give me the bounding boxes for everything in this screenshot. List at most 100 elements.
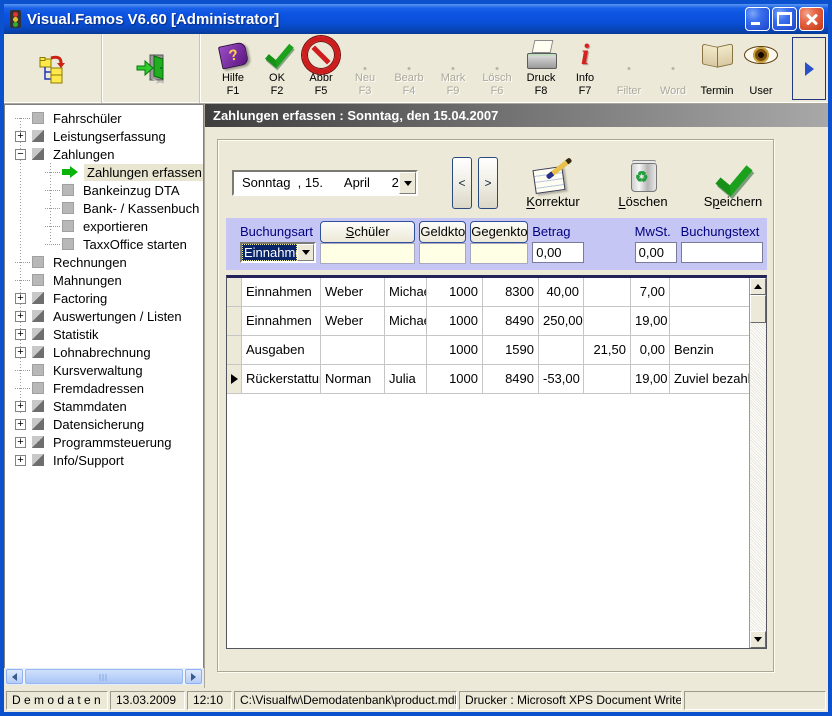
gegenkto-button[interactable]: Gegenkto: [470, 221, 528, 243]
tree-item[interactable]: Datensicherung: [5, 415, 203, 433]
tree-item[interactable]: Factoring: [5, 289, 203, 307]
cell-mwst[interactable]: 7,00: [631, 278, 670, 306]
tree-item[interactable]: Stammdaten: [5, 397, 203, 415]
toolbar-button[interactable]: Abbr F5: [300, 38, 342, 100]
cell-gegenkto[interactable]: 8490: [483, 307, 539, 335]
exit-button[interactable]: [102, 34, 200, 103]
cell-betrag[interactable]: 40,00: [539, 278, 584, 306]
action-button[interactable]: Löschen: [600, 158, 686, 209]
tree-expand-toggle[interactable]: [45, 239, 56, 250]
schueler-field[interactable]: [320, 243, 415, 264]
tree-expand-toggle[interactable]: [15, 383, 26, 394]
buchungstext-field[interactable]: [681, 242, 763, 263]
tree-item[interactable]: Bank- / Kassenbuch: [5, 199, 203, 217]
tree-item[interactable]: exportieren: [5, 217, 203, 235]
toolbar-button[interactable]: Neu F3: [344, 38, 386, 100]
tree-item[interactable]: Fahrschüler: [5, 109, 203, 127]
tree-expand-toggle[interactable]: [15, 149, 26, 160]
cell-mwst[interactable]: 19,00: [631, 365, 670, 393]
row-selector[interactable]: [227, 278, 242, 306]
action-button[interactable]: Speichern: [690, 158, 776, 209]
buchungsart-dropdown-button[interactable]: [297, 244, 314, 261]
action-button[interactable]: Korrektur: [510, 158, 596, 209]
maximize-button[interactable]: [772, 7, 797, 31]
tree-item[interactable]: Programmsteuerung: [5, 433, 203, 451]
cell-nachname[interactable]: [321, 336, 385, 364]
tree-expand-toggle[interactable]: [15, 365, 26, 376]
cell-gegenkto[interactable]: 8490: [483, 365, 539, 393]
cell-vorname[interactable]: [385, 336, 427, 364]
tree-structure-button[interactable]: [4, 34, 102, 103]
tree-expand-toggle[interactable]: [45, 167, 56, 178]
cell-gegenkto[interactable]: 8300: [483, 278, 539, 306]
close-button[interactable]: [799, 7, 824, 31]
tree-expand-toggle[interactable]: [15, 113, 26, 124]
tree-item[interactable]: Rechnungen: [5, 253, 203, 271]
tree-expand-toggle[interactable]: [15, 329, 26, 340]
tree-item[interactable]: Bankeinzug DTA: [5, 181, 203, 199]
gegenkto-field[interactable]: [470, 243, 528, 264]
scroll-down-button[interactable]: [750, 631, 766, 648]
cell-geldkto[interactable]: 1000: [427, 365, 483, 393]
cell-mwst[interactable]: 0,00: [631, 336, 670, 364]
minimize-button[interactable]: [745, 7, 770, 31]
row-selector[interactable]: [227, 307, 242, 335]
cell-betrag[interactable]: -53,00: [539, 365, 584, 393]
cell-buchungstext[interactable]: [670, 278, 749, 306]
cell-vorname[interactable]: Michael: [385, 307, 427, 335]
toolbar-button[interactable]: Lösch F6: [476, 38, 518, 100]
toolbar-button[interactable]: Bearb F4: [388, 38, 430, 100]
tree-expand-toggle[interactable]: [15, 257, 26, 268]
betrag-field[interactable]: [532, 242, 584, 263]
tree-item[interactable]: Fremdadressen: [5, 379, 203, 397]
tree-item[interactable]: Mahnungen: [5, 271, 203, 289]
tree-item[interactable]: Kursverwaltung: [5, 361, 203, 379]
tree-expand-toggle[interactable]: [15, 131, 26, 142]
toolbar-button[interactable]: Filter: [608, 38, 650, 100]
table-row[interactable]: Ausgaben 1000 1590 21,50 0,00 Benzin: [227, 336, 749, 365]
geldkto-field[interactable]: [419, 243, 466, 264]
tree-expand-toggle[interactable]: [15, 311, 26, 322]
cell-buchungstext[interactable]: Benzin: [670, 336, 749, 364]
scrollbar-track[interactable]: [750, 323, 766, 631]
cell-betrag-ausgabe[interactable]: [584, 278, 631, 306]
row-selector[interactable]: [227, 365, 242, 393]
table-row[interactable]: Einnahmen Weber Michael 1000 8300 40,00 …: [227, 278, 749, 307]
tree-expand-toggle[interactable]: [15, 275, 26, 286]
toolbar-button[interactable]: User: [740, 38, 782, 100]
cell-geldkto[interactable]: 1000: [427, 336, 483, 364]
cell-geldkto[interactable]: 1000: [427, 307, 483, 335]
cell-vorname[interactable]: Michael: [385, 278, 427, 306]
tree-item[interactable]: Zahlungen erfassen: [5, 163, 203, 181]
cell-betrag[interactable]: [539, 336, 584, 364]
scroll-left-button[interactable]: [6, 669, 23, 684]
cell-buchungsart[interactable]: Einnahmen: [242, 307, 321, 335]
table-row[interactable]: Einnahmen Weber Michael 1000 8490 250,00…: [227, 307, 749, 336]
cell-gegenkto[interactable]: 1590: [483, 336, 539, 364]
tree-item[interactable]: Lohnabrechnung: [5, 343, 203, 361]
buchungsart-select[interactable]: Einnahmen: [240, 242, 316, 263]
tree-expand-toggle[interactable]: [45, 203, 56, 214]
tree-item[interactable]: Statistik: [5, 325, 203, 343]
next-day-button[interactable]: >: [478, 157, 498, 209]
tree-expand-toggle[interactable]: [45, 185, 56, 196]
toolbar-button[interactable]: Word: [652, 38, 694, 100]
schueler-button[interactable]: Schüler: [320, 221, 415, 243]
cell-buchungsart[interactable]: Rückerstattung: [242, 365, 321, 393]
toolbar-button[interactable]: Druck F8: [520, 38, 562, 100]
tree-expand-toggle[interactable]: [45, 221, 56, 232]
toolbar-button[interactable]: Hilfe F1: [212, 38, 254, 100]
cell-buchungstext[interactable]: Zuviel bezahlt: [670, 365, 749, 393]
tree-item[interactable]: TaxxOffice starten: [5, 235, 203, 253]
cell-betrag-ausgabe[interactable]: [584, 307, 631, 335]
tree-expand-toggle[interactable]: [15, 401, 26, 412]
scroll-up-button[interactable]: [750, 278, 766, 295]
cell-betrag-ausgabe[interactable]: 21,50: [584, 336, 631, 364]
geldkto-button[interactable]: Geldkto: [419, 221, 466, 243]
tree-item[interactable]: Zahlungen: [5, 145, 203, 163]
cell-nachname[interactable]: Weber: [321, 278, 385, 306]
cell-vorname[interactable]: Julia: [385, 365, 427, 393]
cell-buchungsart[interactable]: Ausgaben: [242, 336, 321, 364]
date-picker[interactable]: Sonntag , 15. April 2007: [232, 170, 418, 196]
tree-expand-toggle[interactable]: [15, 419, 26, 430]
